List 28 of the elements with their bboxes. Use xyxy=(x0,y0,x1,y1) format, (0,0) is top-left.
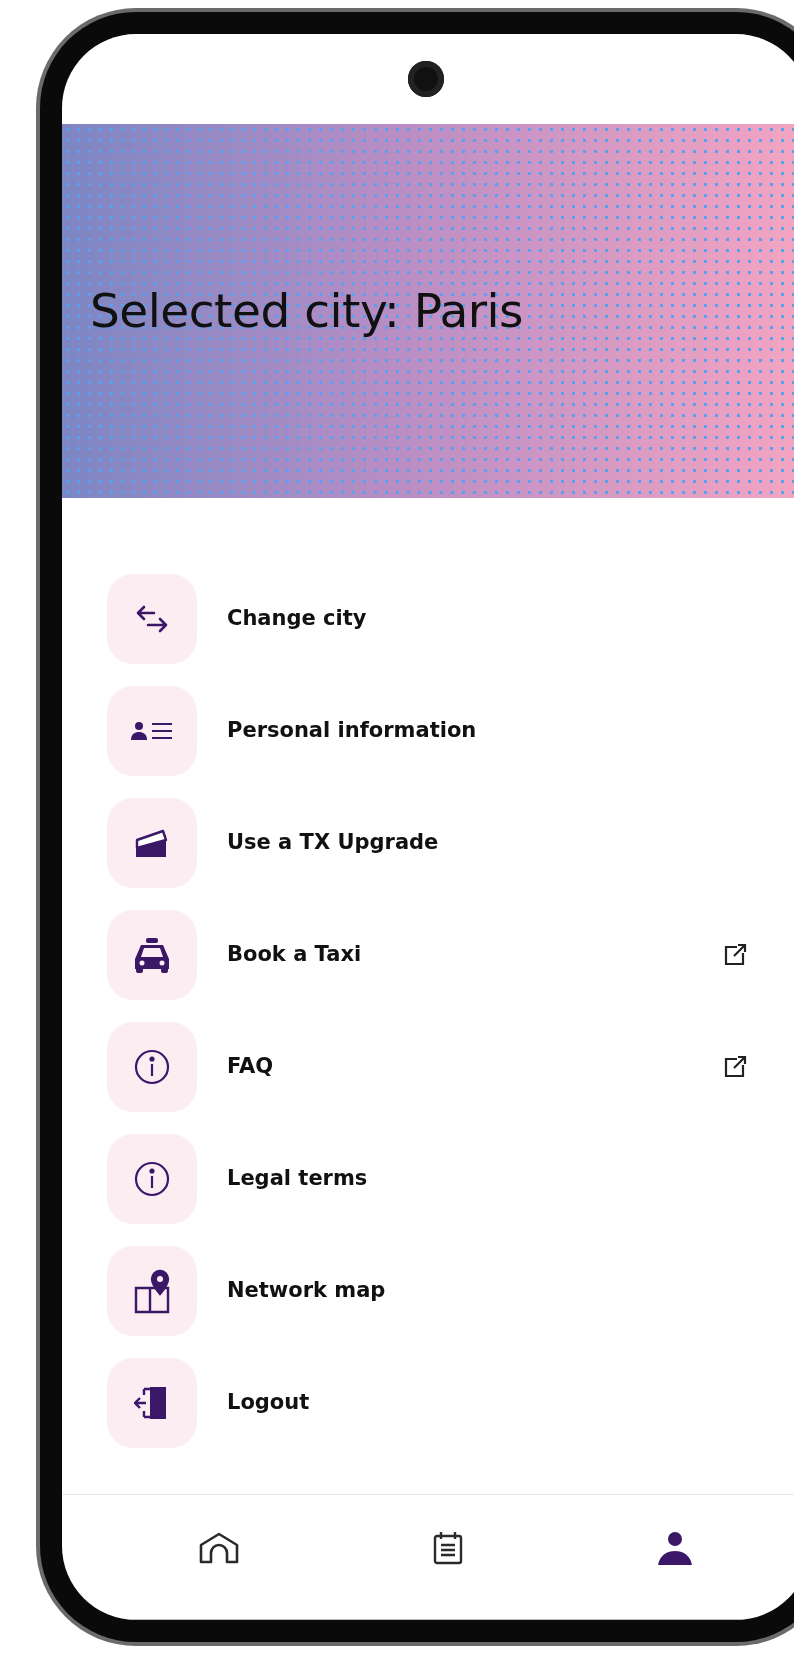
ticket-icon xyxy=(134,827,170,859)
swap-arrows-icon xyxy=(134,604,170,634)
calendar-icon xyxy=(433,1531,463,1565)
menu-item[interactable]: Logout xyxy=(107,1358,747,1448)
info-icon xyxy=(134,1049,170,1085)
menu-label: Use a TX Upgrade xyxy=(227,829,440,857)
menu-item[interactable]: Network map xyxy=(107,1246,747,1336)
menu-item[interactable]: Use a TX Upgrade xyxy=(107,798,747,888)
menu-item[interactable]: Book a Taxi xyxy=(107,910,747,1000)
person-icon xyxy=(657,1531,693,1565)
menu-label: FAQ xyxy=(227,1053,275,1081)
menu-item[interactable]: FAQ xyxy=(107,1022,747,1112)
info-icon xyxy=(134,1161,170,1197)
menu-label: Personal information xyxy=(227,717,478,745)
home-icon xyxy=(199,1531,239,1565)
screen-title: Selected city: Paris xyxy=(90,282,524,340)
map-pin-icon xyxy=(134,1268,170,1314)
menu-label: Network map xyxy=(227,1277,387,1305)
person-details-icon xyxy=(130,721,174,741)
menu-item[interactable]: Personal information xyxy=(107,686,747,776)
camera-lens xyxy=(408,61,444,97)
menu-label: Change city xyxy=(227,605,368,633)
menu-label: Book a Taxi xyxy=(227,941,363,969)
menu-label: Logout xyxy=(227,1389,311,1417)
menu-item[interactable]: Change city xyxy=(107,574,747,664)
menu-item[interactable]: Legal terms xyxy=(107,1134,747,1224)
taxi-icon xyxy=(133,937,171,973)
menu-label: Legal terms xyxy=(227,1165,369,1193)
